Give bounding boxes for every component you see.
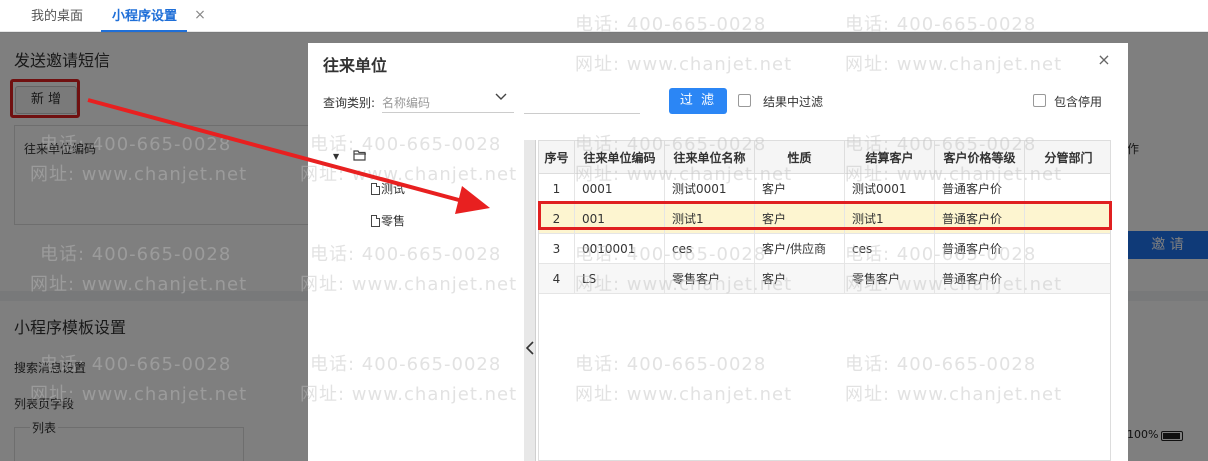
- close-icon[interactable]: ×: [193, 8, 207, 22]
- watermark-phone: 电话: 400-665-0028: [845, 354, 1037, 375]
- watermark-phone: 电话: 400-665-0028: [845, 134, 1037, 155]
- watermark-site: 网址: www.chanjet.net: [575, 164, 793, 185]
- filter-in-result-label: 结果中过滤: [763, 95, 824, 109]
- watermark-phone: 电话: 400-665-0028: [575, 134, 767, 155]
- tree-node[interactable]: 零售: [371, 212, 405, 228]
- watermark-phone: 电话: 400-665-0028: [310, 134, 502, 155]
- watermark-site: 网址: www.chanjet.net: [845, 274, 1063, 295]
- filter-in-result-checkbox[interactable]: [738, 94, 751, 107]
- annotation-highlight-row: [538, 201, 1112, 230]
- query-type-label: 查询类别:: [323, 96, 376, 110]
- filter-button[interactable]: 过 滤: [669, 88, 727, 114]
- watermark-phone: 电话: 400-665-0028: [310, 354, 502, 375]
- tab-label: 我的桌面: [31, 9, 84, 24]
- watermark-site: 网址: www.chanjet.net: [845, 164, 1063, 185]
- query-type-value: 名称编码: [382, 96, 431, 110]
- category-tree: ▼ 测试 零售: [323, 140, 523, 461]
- watermark-site: 网址: www.chanjet.net: [300, 384, 518, 405]
- panel-splitter[interactable]: [524, 140, 536, 461]
- watermark-site: 网址: www.chanjet.net: [30, 384, 248, 405]
- watermark-site: 网址: www.chanjet.net: [845, 54, 1063, 75]
- file-icon: [371, 215, 380, 227]
- watermark-phone: 电话: 400-665-0028: [40, 134, 232, 155]
- tree-node-label: 零售: [381, 214, 406, 228]
- watermark-phone: 电话: 400-665-0028: [575, 244, 767, 265]
- dialog-title: 往来单位: [323, 56, 388, 75]
- watermark-phone: 电话: 400-665-0028: [575, 354, 767, 375]
- tab-miniprogram-settings[interactable]: 小程序设置: [101, 0, 188, 32]
- tab-label: 小程序设置: [112, 9, 178, 24]
- watermark-phone: 电话: 400-665-0028: [575, 14, 767, 35]
- table-cell: 3: [539, 234, 575, 264]
- include-disabled-checkbox[interactable]: [1033, 94, 1046, 107]
- table-cell: [1025, 234, 1110, 264]
- query-type-select[interactable]: 名称编码: [382, 89, 514, 113]
- watermark-phone: 电话: 400-665-0028: [40, 244, 232, 265]
- watermark-site: 网址: www.chanjet.net: [300, 274, 518, 295]
- close-icon[interactable]: ×: [1096, 52, 1112, 68]
- include-disabled-label: 包含停用: [1054, 95, 1103, 109]
- table-cell: 客户/供应商: [755, 234, 845, 264]
- watermark-site: 网址: www.chanjet.net: [845, 384, 1063, 405]
- watermark-phone: 电话: 400-665-0028: [40, 354, 232, 375]
- collapse-left-icon[interactable]: [524, 340, 536, 359]
- query-input[interactable]: [524, 90, 640, 114]
- watermark-site: 网址: www.chanjet.net: [30, 274, 248, 295]
- watermark-phone: 电话: 400-665-0028: [845, 14, 1037, 35]
- partner-table: 序号 往来单位编码 往来单位名称 性质 结算客户 客户价格等级 分管部门 1 0…: [538, 140, 1111, 461]
- watermark-site: 网址: www.chanjet.net: [575, 274, 793, 295]
- watermark-site: 网址: www.chanjet.net: [575, 384, 793, 405]
- chevron-down-icon: [494, 90, 508, 106]
- watermark-site: 网址: www.chanjet.net: [575, 54, 793, 75]
- tab-my-desktop[interactable]: 我的桌面: [31, 0, 83, 32]
- watermark-phone: 电话: 400-665-0028: [310, 244, 502, 265]
- table-cell: 4: [539, 264, 575, 294]
- table-cell: 1: [539, 174, 575, 204]
- watermark-site: 网址: www.chanjet.net: [30, 164, 248, 185]
- watermark-phone: 电话: 400-665-0028: [845, 244, 1037, 265]
- watermark-site: 网址: www.chanjet.net: [300, 164, 518, 185]
- column-header[interactable]: 序号: [539, 141, 575, 174]
